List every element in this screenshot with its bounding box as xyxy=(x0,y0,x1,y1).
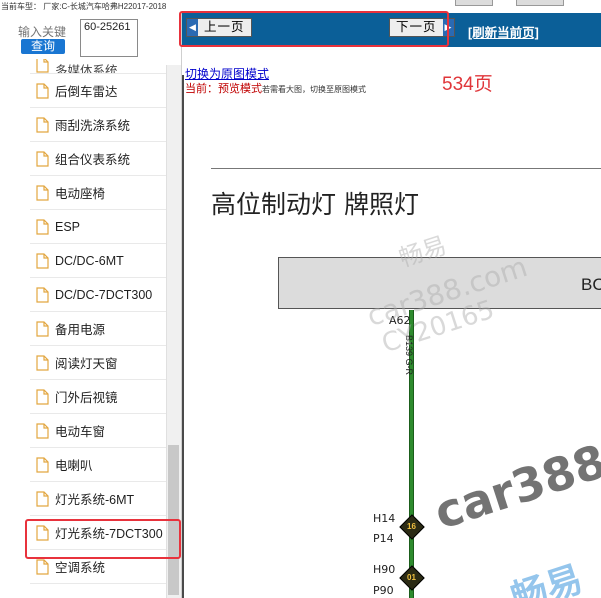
file-icon xyxy=(36,320,49,337)
tree-item[interactable]: DC/DC-6MT xyxy=(30,244,168,278)
tree-item[interactable]: 后倒车雷达 xyxy=(30,74,168,108)
window-control-block[interactable] xyxy=(516,0,564,6)
tree-item-label: 多媒体系统 xyxy=(55,64,118,74)
tree-item-label: DC/DC-6MT xyxy=(55,253,124,268)
connector-pin-label: H14 xyxy=(373,512,396,525)
file-icon xyxy=(36,422,49,439)
tree-item-label: 后倒车雷达 xyxy=(55,85,118,99)
tree-item-label: ESP xyxy=(55,219,81,234)
tree-item-label: 灯光系统-6MT xyxy=(55,493,135,507)
tree-item[interactable]: 多媒体系统 xyxy=(30,59,168,74)
file-icon xyxy=(36,354,49,371)
tree-item-label: 电喇叭 xyxy=(55,459,93,473)
tree-item[interactable]: 门外后视镜 xyxy=(30,380,168,414)
tree-item-label: 电动座椅 xyxy=(55,187,106,201)
splice-node-number: 01 xyxy=(407,573,416,582)
file-icon xyxy=(36,59,49,73)
tree-item[interactable]: DC/DC-7DCT300 xyxy=(30,278,168,312)
tree-item-label: 电动车窗 xyxy=(55,425,106,439)
file-icon xyxy=(36,456,49,473)
connector-pin-label: H90 xyxy=(373,563,396,576)
tree-item[interactable]: 电喇叭 xyxy=(30,448,168,482)
nav-buttons-highlight xyxy=(179,11,449,47)
tree-item-label: 备用电源 xyxy=(55,323,106,337)
tree-item-label: 空调系统 xyxy=(55,561,106,575)
tree-item[interactable]: 灯光系统-6MT xyxy=(30,482,168,516)
file-icon xyxy=(36,558,49,575)
tree-item[interactable]: 电动车窗 xyxy=(30,414,168,448)
system-tree: 多媒体系统 后倒车雷达雨刮洗涤系统 组合仪表系统 电动座椅 ESP DC/DC-6MT D… xyxy=(0,59,168,584)
tree-item[interactable]: 电动座椅 xyxy=(30,176,168,210)
current-model-text: 当前车型： 厂家:C-长城汽车哈弗H22017-2018 xyxy=(1,2,167,11)
window-control-block[interactable] xyxy=(455,0,493,6)
document-left-border xyxy=(182,75,184,598)
mode-status: 当前：预览模式若需看大图，切换至原图模式 xyxy=(185,83,366,95)
file-icon xyxy=(36,218,49,235)
mode-hint: 若需看大图，切换至原图模式 xyxy=(262,85,366,94)
mode-name: 预览模式 xyxy=(218,83,262,95)
tree-item-label: DC/DC-7DCT300 xyxy=(55,287,153,302)
document-header-rule xyxy=(211,168,601,169)
connector-pin-label: P90 xyxy=(373,584,394,597)
tree-item[interactable]: ESP xyxy=(30,210,168,244)
splice-node-number: 16 xyxy=(407,522,416,531)
tree-item[interactable]: 组合仪表系统 xyxy=(30,142,168,176)
tree-item-label: 门外后视镜 xyxy=(55,391,118,405)
search-area: 查询 60-25261 xyxy=(0,13,181,59)
page-count: 534页 xyxy=(442,74,493,95)
tree-item[interactable]: 阅读灯天窗 xyxy=(30,346,168,380)
file-icon xyxy=(36,252,49,269)
selected-item-highlight xyxy=(25,519,181,559)
diagram-title: 高位制动灯 牌照灯 xyxy=(211,190,419,219)
tree-item-label: 组合仪表系统 xyxy=(55,153,131,167)
refresh-page-link[interactable]: [刷新当前页] xyxy=(468,22,539,41)
left-sidebar: 查询 60-25261 多媒体系统 后倒车雷达雨刮洗涤系统组合仪表系统电动座椅 E… xyxy=(0,13,182,598)
module-label: BC xyxy=(581,275,601,294)
tree-item-label: 阅读灯天窗 xyxy=(55,357,118,371)
tree-item[interactable]: 雨刮洗涤系统 xyxy=(30,108,168,142)
file-icon xyxy=(36,490,49,507)
file-icon xyxy=(36,82,49,99)
tree-item-label: 雨刮洗涤系统 xyxy=(55,119,131,133)
file-icon xyxy=(36,184,49,201)
code-field[interactable]: 60-25261 xyxy=(80,19,138,57)
search-button[interactable]: 查询 xyxy=(21,39,65,54)
file-icon xyxy=(36,116,49,133)
connector-pin-label: P14 xyxy=(373,532,394,545)
file-icon xyxy=(36,388,49,405)
file-icon xyxy=(36,150,49,167)
tree-item[interactable]: 备用电源 xyxy=(30,312,168,346)
file-icon xyxy=(36,286,49,303)
